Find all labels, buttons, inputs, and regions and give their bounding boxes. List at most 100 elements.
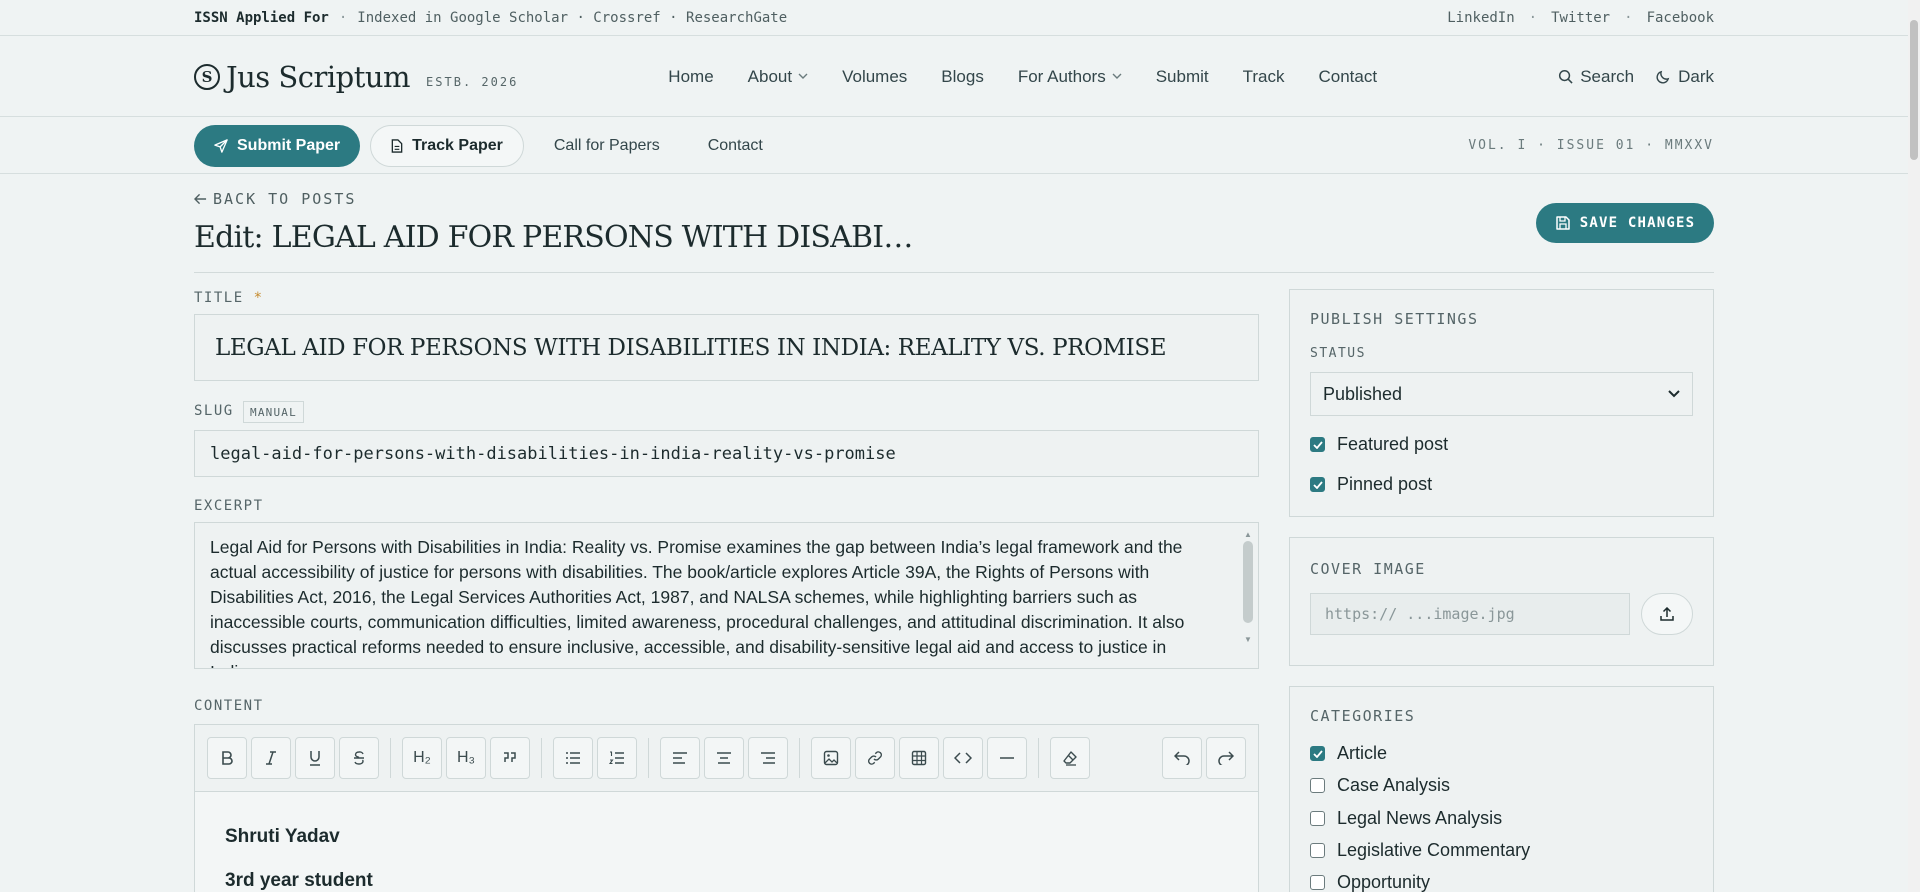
underline-icon <box>310 751 320 766</box>
search-button[interactable]: Search <box>1558 67 1634 87</box>
chevron-down-icon <box>1112 71 1122 82</box>
slug-input[interactable]: legal-aid-for-persons-with-disabilities-… <box>194 430 1259 477</box>
blockquote-button[interactable] <box>490 737 530 779</box>
nav-submit[interactable]: Submit <box>1156 67 1209 87</box>
category-opportunity-checkbox[interactable]: Opportunity <box>1310 872 1430 892</box>
toolbar-separator <box>390 738 391 778</box>
back-to-posts-link[interactable]: BACK TO POSTS <box>194 190 356 208</box>
site-logo[interactable]: S Jus Scriptum ESTB. 2026 <box>194 60 518 94</box>
linkedin-link[interactable]: LinkedIn <box>1447 10 1514 26</box>
underline-button[interactable] <box>295 737 335 779</box>
save-icon <box>1555 216 1570 230</box>
insert-link-button[interactable] <box>855 737 895 779</box>
logo-text: Jus Scriptum <box>226 59 411 94</box>
featured-post-checkbox[interactable]: Featured post <box>1310 434 1448 455</box>
content-editor[interactable]: Shruti Yadav 3rd year student <box>194 791 1259 892</box>
toolbar-separator <box>799 738 800 778</box>
horizontal-rule-icon <box>1000 757 1014 759</box>
image-icon <box>823 750 839 766</box>
content-paragraph: 3rd year student <box>225 870 373 891</box>
bullet-list-button[interactable] <box>553 737 593 779</box>
checkbox-checked-icon[interactable] <box>1310 477 1325 492</box>
pinned-post-checkbox[interactable]: Pinned post <box>1310 474 1432 495</box>
slug-mode-badge: MANUAL <box>243 401 304 423</box>
facebook-link[interactable]: Facebook <box>1647 10 1714 26</box>
code-button[interactable] <box>943 737 983 779</box>
page-scrollbar[interactable] <box>1908 0 1920 892</box>
category-legal-news-analysis-checkbox[interactable]: Legal News Analysis <box>1310 808 1502 829</box>
excerpt-textarea[interactable]: Legal Aid for Persons with Disabilities … <box>194 522 1259 669</box>
checkbox-unchecked-icon[interactable] <box>1310 778 1325 793</box>
heading-3-button[interactable]: H₃ <box>446 737 486 779</box>
h3-icon: H₃ <box>456 749 476 766</box>
nav-contact[interactable]: Contact <box>1319 67 1378 87</box>
status-select[interactable]: Published <box>1310 372 1693 416</box>
submit-paper-button[interactable]: Submit Paper <box>194 124 361 167</box>
chevron-down-icon <box>798 71 808 82</box>
nav-blogs[interactable]: Blogs <box>941 67 984 87</box>
arrow-left-icon <box>194 193 207 205</box>
nav-about[interactable]: About <box>748 67 808 87</box>
content-paragraph: Shruti Yadav <box>225 826 340 847</box>
categories-title: CATEGORIES <box>1310 707 1416 725</box>
checkbox-unchecked-icon[interactable] <box>1310 875 1325 890</box>
call-for-papers-link[interactable]: Call for Papers <box>554 137 660 155</box>
track-paper-button[interactable]: Track Paper <box>370 124 524 167</box>
insert-image-button[interactable] <box>811 737 851 779</box>
checkbox-checked-icon[interactable] <box>1310 746 1325 761</box>
page-title: Edit: LEGAL AID FOR PERSONS WITH DISABI… <box>194 220 913 255</box>
undo-icon <box>1174 751 1190 765</box>
toolbar-separator <box>541 738 542 778</box>
category-article-checkbox[interactable]: Article <box>1310 743 1387 764</box>
align-center-button[interactable] <box>704 737 744 779</box>
categories-panel: CATEGORIES Article Case Analysis Legal N… <box>1289 686 1714 892</box>
nav-volumes[interactable]: Volumes <box>842 67 907 87</box>
required-marker: * <box>253 290 264 306</box>
scroll-up-icon[interactable]: ▲ <box>1243 530 1253 539</box>
redo-button[interactable] <box>1206 737 1246 779</box>
strikethrough-icon <box>354 751 364 765</box>
upload-icon <box>1660 607 1674 621</box>
category-case-analysis-checkbox[interactable]: Case Analysis <box>1310 775 1450 796</box>
insert-table-button[interactable] <box>899 737 939 779</box>
upload-button[interactable] <box>1641 593 1693 635</box>
code-icon <box>954 752 972 764</box>
horizontal-rule-button[interactable] <box>987 737 1027 779</box>
scroll-down-icon[interactable]: ▼ <box>1243 635 1253 644</box>
checkbox-unchecked-icon[interactable] <box>1310 843 1325 858</box>
h2-icon: H₂ <box>413 749 431 766</box>
italic-button[interactable] <box>251 737 291 779</box>
title-input[interactable]: LEGAL AID FOR PERSONS WITH DISABILITIES … <box>194 314 1259 381</box>
align-right-button[interactable] <box>748 737 788 779</box>
divider <box>194 272 1714 273</box>
nav-track[interactable]: Track <box>1243 67 1285 87</box>
align-left-button[interactable] <box>660 737 700 779</box>
bold-button[interactable] <box>207 737 247 779</box>
excerpt-scrollbar[interactable]: ▲ ▼ <box>1243 530 1253 660</box>
checkbox-unchecked-icon[interactable] <box>1310 811 1325 826</box>
page-scroll-thumb[interactable] <box>1910 20 1918 160</box>
undo-button[interactable] <box>1162 737 1202 779</box>
cover-image-url-input[interactable]: https:// ...image.jpg <box>1310 593 1630 635</box>
link-icon <box>868 751 882 765</box>
nav-home[interactable]: Home <box>668 67 713 87</box>
strikethrough-button[interactable] <box>339 737 379 779</box>
checkbox-checked-icon[interactable] <box>1310 437 1325 452</box>
numbered-list-button[interactable] <box>597 737 637 779</box>
scroll-thumb[interactable] <box>1243 541 1253 623</box>
redo-icon <box>1218 751 1234 765</box>
twitter-link[interactable]: Twitter <box>1551 10 1610 26</box>
publish-settings-title: PUBLISH SETTINGS <box>1310 310 1479 328</box>
dark-mode-toggle[interactable]: Dark <box>1656 67 1714 87</box>
save-changes-button[interactable]: SAVE CHANGES <box>1536 203 1714 243</box>
estb-text: ESTB. 2026 <box>426 74 519 89</box>
content-label: CONTENT <box>194 698 264 714</box>
align-left-icon <box>673 752 687 764</box>
nav-for-authors[interactable]: For Authors <box>1018 67 1122 87</box>
category-legislative-commentary-checkbox[interactable]: Legislative Commentary <box>1310 840 1530 861</box>
indexed-text: Indexed in Google Scholar · Crossref · R… <box>357 9 788 26</box>
clear-formatting-button[interactable] <box>1050 737 1090 779</box>
contact-link[interactable]: Contact <box>708 137 763 155</box>
align-center-icon <box>717 752 731 764</box>
heading-2-button[interactable]: H₂ <box>402 737 442 779</box>
